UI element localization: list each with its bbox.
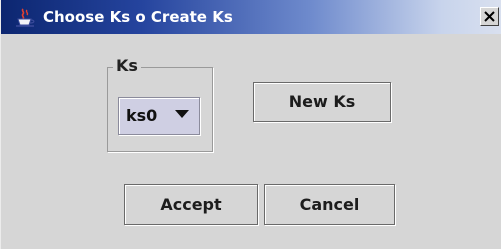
window-title: Choose Ks o Create Ks [43, 8, 233, 26]
new-ks-button[interactable]: New Ks [253, 82, 391, 122]
cancel-button[interactable]: Cancel [264, 184, 395, 225]
dropdown-arrow-icon [175, 110, 189, 118]
title-bar[interactable]: Choose Ks o Create Ks [1, 0, 501, 34]
ks-combo-value: ks0 [126, 106, 158, 125]
dialog-window: Choose Ks o Create Ks Ks ks0 New Ks Acce… [0, 0, 501, 249]
java-cup-icon [16, 8, 35, 27]
ks-combo-box[interactable]: ks0 [118, 97, 200, 135]
accept-button[interactable]: Accept [124, 184, 258, 225]
close-button[interactable] [480, 7, 499, 26]
close-icon [484, 11, 495, 22]
ks-group-legend: Ks [113, 56, 141, 76]
